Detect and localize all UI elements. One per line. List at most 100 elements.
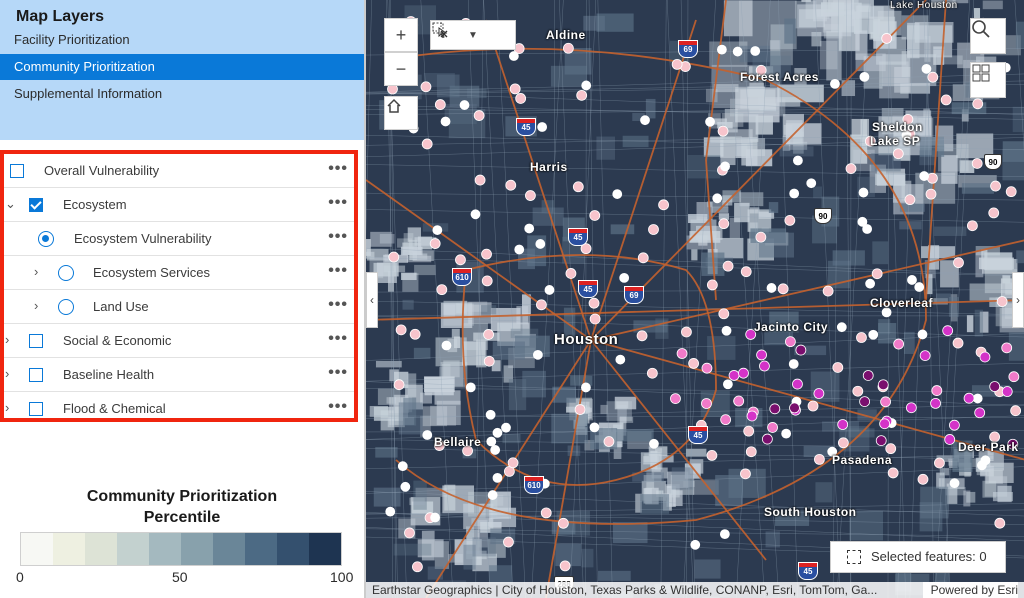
facility-point[interactable] <box>532 349 543 360</box>
facility-point[interactable] <box>492 427 503 438</box>
facility-point[interactable] <box>486 436 497 447</box>
facility-point[interactable] <box>508 51 519 61</box>
facility-point[interactable] <box>743 425 755 437</box>
facility-point[interactable] <box>893 338 905 350</box>
facility-point[interactable] <box>845 163 857 174</box>
facility-point[interactable] <box>1001 342 1013 354</box>
facility-point[interactable] <box>483 355 495 367</box>
facility-point[interactable] <box>990 180 1001 192</box>
facility-point[interactable] <box>852 385 864 397</box>
facility-point[interactable] <box>487 490 498 500</box>
facility-point[interactable] <box>963 392 975 404</box>
facility-point[interactable] <box>822 285 834 297</box>
facility-point[interactable] <box>931 385 943 396</box>
facility-point[interactable] <box>429 238 441 249</box>
facility-point[interactable] <box>503 536 514 548</box>
facility-point[interactable] <box>717 125 729 137</box>
facility-point[interactable] <box>525 190 536 201</box>
facility-point[interactable] <box>858 187 869 198</box>
facility-point[interactable] <box>588 297 600 309</box>
facility-point[interactable] <box>619 272 630 283</box>
facility-point[interactable] <box>481 275 493 287</box>
facility-point[interactable] <box>979 351 991 363</box>
facility-point[interactable] <box>676 348 688 359</box>
facility-point[interactable] <box>788 359 799 369</box>
facility-point[interactable] <box>640 115 650 126</box>
facility-point[interactable] <box>720 414 732 426</box>
facility-point[interactable] <box>440 116 451 127</box>
facility-point[interactable] <box>785 336 796 348</box>
overall-vulnerability-checkbox[interactable] <box>10 164 24 178</box>
options-menu-icon[interactable]: ••• <box>328 398 348 416</box>
options-menu-icon[interactable]: ••• <box>328 330 348 348</box>
facility-point[interactable] <box>559 560 571 572</box>
facility-point[interactable] <box>718 308 730 320</box>
facility-point[interactable] <box>759 360 770 372</box>
facility-point[interactable] <box>572 181 584 193</box>
facility-point[interactable] <box>728 370 740 381</box>
facility-point[interactable] <box>409 328 421 340</box>
facility-point[interactable] <box>919 350 931 362</box>
facility-point[interactable] <box>733 395 745 407</box>
facility-point[interactable] <box>996 296 1008 307</box>
facility-point[interactable] <box>792 378 803 390</box>
collapse-left-panel-button[interactable]: ‹ <box>366 272 378 328</box>
facility-point[interactable] <box>989 381 1001 392</box>
facility-point[interactable] <box>581 80 592 91</box>
facility-point[interactable] <box>455 254 466 266</box>
nav-supplemental-information[interactable]: Supplemental Information <box>0 81 364 107</box>
nav-community-prioritization[interactable]: Community Prioritization <box>0 54 364 80</box>
facility-point[interactable] <box>880 396 891 408</box>
facility-point[interactable] <box>877 379 889 391</box>
facility-point[interactable] <box>720 161 730 172</box>
facility-point[interactable] <box>905 402 917 414</box>
facility-point[interactable] <box>501 422 511 433</box>
facility-point[interactable] <box>837 419 849 430</box>
facility-point[interactable] <box>544 285 555 295</box>
facility-point[interactable] <box>972 393 983 404</box>
facility-point[interactable] <box>385 506 396 517</box>
facility-point[interactable] <box>649 438 659 449</box>
facility-point[interactable] <box>875 435 887 446</box>
layer-row-ecosystem-vulnerability[interactable]: Ecosystem Vulnerability ••• <box>4 222 354 256</box>
facility-point[interactable] <box>807 400 819 412</box>
facility-point[interactable] <box>483 329 494 340</box>
ecosystem-checkbox[interactable] <box>29 198 43 212</box>
facility-point[interactable] <box>755 231 767 243</box>
facility-point[interactable] <box>420 81 432 93</box>
facility-point[interactable] <box>509 83 521 95</box>
facility-point[interactable] <box>940 94 952 106</box>
facility-point[interactable] <box>862 370 874 381</box>
facility-point[interactable] <box>581 382 591 393</box>
facility-point[interactable] <box>806 178 817 189</box>
selected-features-box[interactable]: Selected features: 0 <box>830 541 1006 573</box>
chevron-down-icon[interactable]: ⌄ <box>5 197 16 211</box>
layer-row-ecosystem-services[interactable]: › Ecosystem Services ••• <box>4 256 354 290</box>
facility-point[interactable] <box>400 481 411 492</box>
facility-point[interactable] <box>971 158 983 169</box>
facility-point[interactable] <box>942 325 954 337</box>
chevron-right-icon[interactable]: › <box>34 299 44 313</box>
facility-point[interactable] <box>966 220 978 232</box>
land-use-radio[interactable] <box>58 299 74 315</box>
social-economic-checkbox[interactable] <box>29 334 43 348</box>
facility-point[interactable] <box>857 216 868 227</box>
chevron-right-icon[interactable]: › <box>5 333 15 347</box>
facility-point[interactable] <box>930 397 941 409</box>
facility-point[interactable] <box>784 215 796 226</box>
facility-point[interactable] <box>927 172 938 184</box>
facility-point[interactable] <box>792 155 803 166</box>
facility-point[interactable] <box>589 313 601 325</box>
map-view[interactable]: Aldine Forest Acres Harris Sheldon Lake … <box>364 0 1024 598</box>
facility-point[interactable] <box>706 279 718 291</box>
options-menu-icon[interactable]: ••• <box>328 262 348 280</box>
ecosystem-vulnerability-radio[interactable] <box>38 231 54 247</box>
facility-point[interactable] <box>637 252 649 264</box>
facility-point[interactable] <box>789 188 800 199</box>
facility-point[interactable] <box>492 472 503 483</box>
facility-point[interactable] <box>907 275 917 285</box>
facility-point[interactable] <box>474 174 486 186</box>
clear-selection-icon[interactable] <box>431 21 449 39</box>
facility-point[interactable] <box>868 329 879 340</box>
facility-point[interactable] <box>574 404 586 415</box>
